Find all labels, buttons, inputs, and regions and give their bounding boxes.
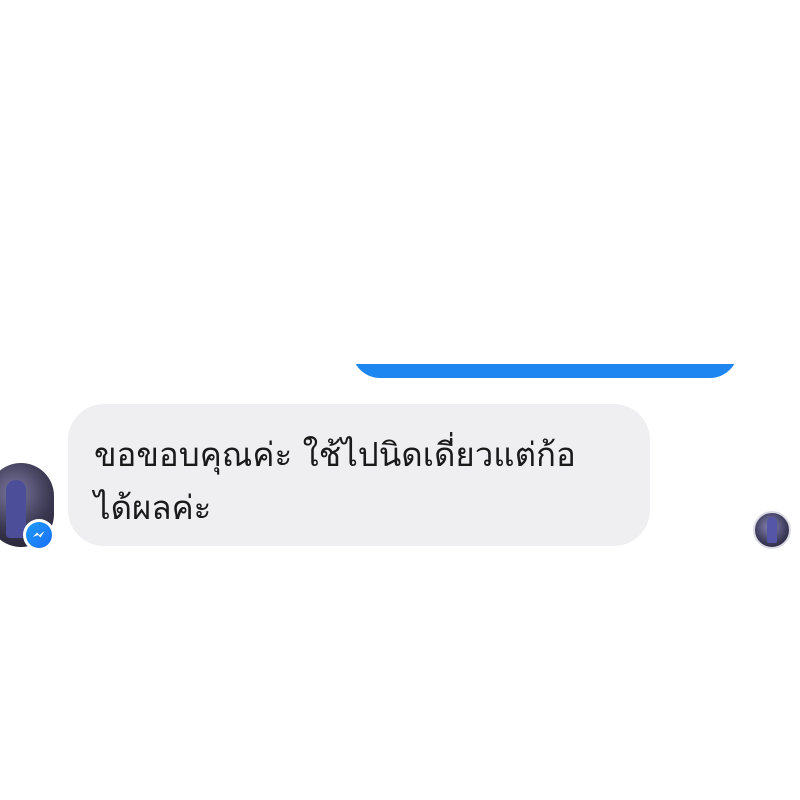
- messenger-badge: [23, 519, 55, 551]
- received-message-text: ขอขอบคุณค่ะ ใช้ไปนิดเดี่ยวแต่ก้อ ได้ผลค่…: [94, 435, 576, 527]
- seen-avatar-figure: [767, 517, 777, 543]
- messenger-icon: [26, 522, 52, 548]
- chat-thread: ขอขอบคุณค่ะ ใช้ไปนิดเดี่ยวแต่ก้อ ได้ผลค่…: [0, 0, 800, 800]
- received-message-bubble[interactable]: ขอขอบคุณค่ะ ใช้ไปนิดเดี่ยวแต่ก้อ ได้ผลค่…: [68, 404, 650, 546]
- messenger-bolt-icon: [33, 531, 45, 538]
- thread-background: [340, 300, 760, 364]
